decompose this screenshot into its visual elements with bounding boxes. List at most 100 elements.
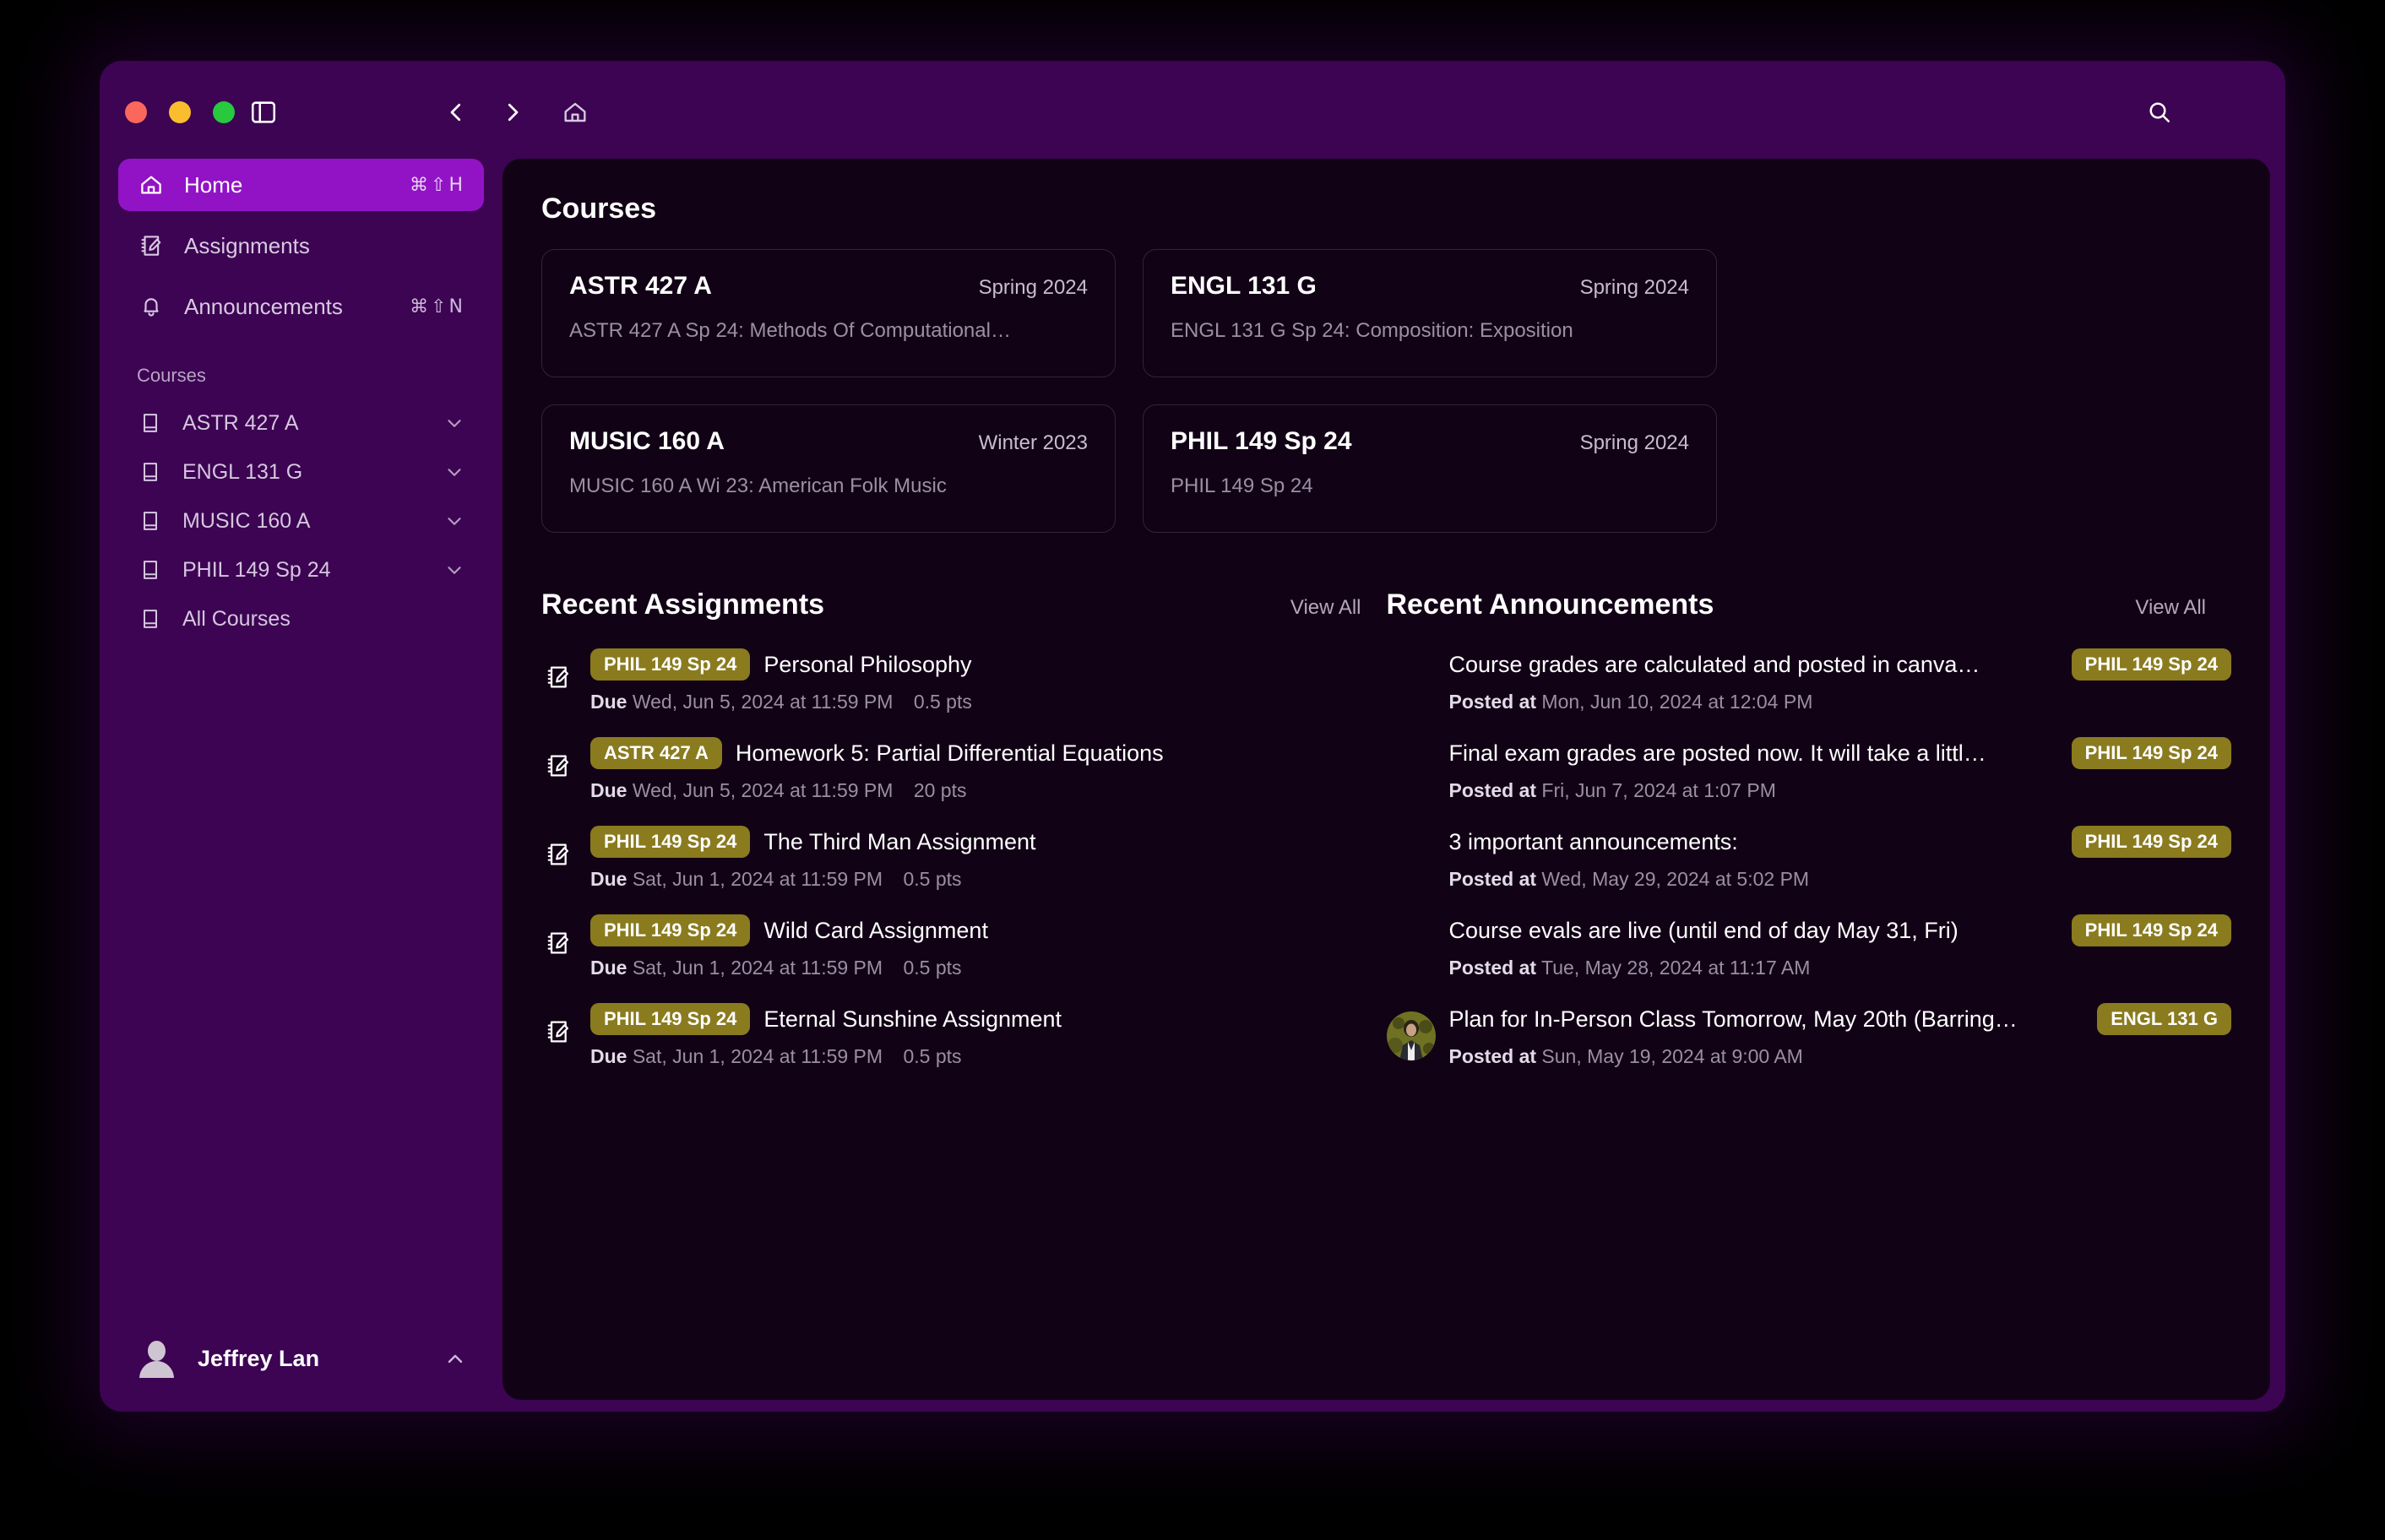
assignment-icon [541, 841, 575, 868]
sidebar-course-label: ASTR 427 A [182, 410, 299, 435]
course-badge[interactable]: PHIL 149 Sp 24 [2071, 648, 2231, 681]
sidebar-course-label: All Courses [182, 606, 291, 631]
recent-announcements-heading: Recent Announcements [1386, 588, 1714, 621]
announcement-row[interactable]: Course grades are calculated and posted … [1387, 637, 2231, 725]
course-card-code: ENGL 131 G [1171, 272, 1317, 300]
book-icon [137, 556, 164, 583]
chevron-down-icon[interactable] [443, 412, 465, 434]
zoom-button[interactable] [213, 101, 235, 123]
assignment-icon [541, 1018, 575, 1045]
course-card-term: Winter 2023 [978, 431, 1088, 454]
assignment-row[interactable]: PHIL 149 Sp 24 Eternal Sunshine Assignme… [541, 991, 1387, 1080]
assignment-row[interactable]: PHIL 149 Sp 24 Wild Card Assignment Due … [541, 903, 1387, 991]
avatar [137, 1339, 176, 1378]
announcement-posted-date: Wed, May 29, 2024 at 5:02 PM [1541, 868, 1810, 890]
assignment-title: Personal Philosophy [763, 651, 972, 677]
announcement-row[interactable]: Final exam grades are posted now. It wil… [1387, 725, 2231, 814]
courses-heading: Courses [541, 192, 657, 225]
user-profile-button[interactable]: Jeffrey Lan [118, 1327, 484, 1390]
course-card-phil-149-sp-24[interactable]: PHIL 149 Sp 24 Spring 2024 PHIL 149 Sp 2… [1143, 404, 1717, 533]
course-badge[interactable]: ASTR 427 A [590, 737, 722, 769]
course-card-term: Spring 2024 [1579, 431, 1689, 454]
bell-icon [137, 292, 166, 321]
announcement-posted-date: Fri, Jun 7, 2024 at 1:07 PM [1541, 779, 1776, 801]
announcement-row[interactable]: 3 important announcements: PHIL 149 Sp 2… [1387, 814, 2231, 903]
sidebar-toggle-icon[interactable] [246, 95, 281, 130]
announcement-posted-date: Tue, May 28, 2024 at 11:17 AM [1541, 957, 1811, 979]
recent-assignments-section: Recent Assignments View All PHIL 149 Sp … [541, 588, 1387, 1080]
assignment-row[interactable]: ASTR 427 A Homework 5: Partial Different… [541, 725, 1387, 814]
sidebar-section-label: Courses [137, 365, 206, 386]
search-icon[interactable] [2142, 95, 2177, 130]
course-badge[interactable]: PHIL 149 Sp 24 [2071, 826, 2231, 858]
sidebar-course-astr-427-a[interactable]: ASTR 427 A [118, 399, 484, 447]
posted-label: Posted at [1448, 691, 1537, 713]
sidebar-item-label: Announcements [184, 293, 343, 319]
assignment-points: 0.5 pts [903, 957, 962, 979]
assignments-icon [137, 231, 166, 260]
forward-icon[interactable] [495, 95, 530, 130]
announcement-title: Course evals are live (until end of day … [1448, 917, 1959, 943]
chevron-down-icon[interactable] [443, 510, 465, 532]
course-badge[interactable]: PHIL 149 Sp 24 [590, 826, 751, 858]
course-badge[interactable]: ENGL 131 G [2097, 1003, 2231, 1035]
course-badge[interactable]: PHIL 149 Sp 24 [2071, 914, 2231, 946]
course-card-music-160-a[interactable]: MUSIC 160 A Winter 2023 MUSIC 160 A Wi 2… [541, 404, 1116, 533]
course-card-engl-131-g[interactable]: ENGL 131 G Spring 2024 ENGL 131 G Sp 24:… [1143, 249, 1717, 377]
course-card-description: PHIL 149 Sp 24 [1171, 474, 1313, 497]
assignment-due-date: Sat, Jun 1, 2024 at 11:59 PM [632, 868, 883, 890]
sidebar-item-announcements[interactable]: Announcements ⌘⇧N [118, 280, 484, 333]
home-icon [137, 171, 166, 199]
assignment-row[interactable]: PHIL 149 Sp 24 The Third Man Assignment … [541, 814, 1387, 903]
announcement-row[interactable]: Plan for In-Person Class Tomorrow, May 2… [1386, 991, 2231, 1080]
user-name: Jeffrey Lan [198, 1345, 320, 1371]
assignment-row[interactable]: PHIL 149 Sp 24 Personal Philosophy Due W… [541, 637, 1387, 725]
announcement-posted-date: Sun, May 19, 2024 at 9:00 AM [1541, 1045, 1803, 1067]
course-badge[interactable]: PHIL 149 Sp 24 [590, 1003, 751, 1035]
close-button[interactable] [125, 101, 147, 123]
announcement-avatar-placeholder [1387, 657, 1436, 706]
sidebar-course-engl-131-g[interactable]: ENGL 131 G [118, 447, 484, 496]
sidebar-item-assignments[interactable]: Assignments [118, 220, 484, 272]
announcements-view-all-link[interactable]: View All [2135, 596, 2206, 620]
sidebar-shortcut-announcements: ⌘⇧N [410, 296, 465, 317]
assignment-due-date: Wed, Jun 5, 2024 at 11:59 PM [632, 779, 894, 801]
sidebar-item-home[interactable]: Home ⌘⇧H [118, 159, 484, 211]
assignment-icon [541, 930, 575, 957]
assignment-due-date: Sat, Jun 1, 2024 at 11:59 PM [632, 957, 883, 979]
posted-label: Posted at [1448, 1045, 1537, 1067]
chevron-down-icon[interactable] [443, 559, 465, 581]
traffic-lights [125, 101, 235, 123]
course-badge[interactable]: PHIL 149 Sp 24 [2071, 737, 2231, 769]
course-badge[interactable]: PHIL 149 Sp 24 [590, 648, 751, 681]
due-label: Due [590, 957, 627, 979]
assignments-view-all-link[interactable]: View All [1290, 596, 1361, 620]
main-content: Courses ASTR 427 A Spring 2024 ASTR 427 … [503, 159, 2270, 1400]
home-icon[interactable] [557, 95, 593, 130]
screen: Home ⌘⇧H Assignments Announcements ⌘⇧N C… [0, 0, 2385, 1540]
announcement-row[interactable]: Course evals are live (until end of day … [1387, 903, 2231, 991]
course-card-code: MUSIC 160 A [569, 427, 725, 455]
sidebar-course-music-160-a[interactable]: MUSIC 160 A [118, 496, 484, 545]
minimize-button[interactable] [169, 101, 191, 123]
sidebar-course-all-courses[interactable]: All Courses [118, 594, 484, 643]
course-card-grid: ASTR 427 A Spring 2024 ASTR 427 A Sp 24:… [541, 249, 2231, 533]
assignment-due-date: Sat, Jun 1, 2024 at 11:59 PM [632, 1045, 883, 1067]
chevron-up-icon[interactable] [443, 1348, 465, 1369]
course-badge[interactable]: PHIL 149 Sp 24 [590, 914, 751, 946]
app-window: Home ⌘⇧H Assignments Announcements ⌘⇧N C… [100, 61, 2285, 1412]
sidebar-course-phil-149-sp-24[interactable]: PHIL 149 Sp 24 [118, 545, 484, 594]
book-icon [137, 605, 164, 632]
course-card-astr-427-a[interactable]: ASTR 427 A Spring 2024 ASTR 427 A Sp 24:… [541, 249, 1116, 377]
sidebar-item-label: Home [184, 171, 243, 198]
back-icon[interactable] [438, 95, 474, 130]
posted-label: Posted at [1448, 868, 1537, 890]
assignment-title: Homework 5: Partial Differential Equatio… [735, 740, 1164, 766]
due-label: Due [590, 691, 627, 713]
posted-label: Posted at [1448, 957, 1537, 979]
announcement-title: Plan for In-Person Class Tomorrow, May 2… [1448, 1006, 2018, 1032]
course-card-code: PHIL 149 Sp 24 [1171, 427, 1352, 455]
assignment-points: 20 pts [913, 779, 967, 801]
chevron-down-icon[interactable] [443, 461, 465, 483]
assignment-points: 0.5 pts [913, 691, 972, 713]
